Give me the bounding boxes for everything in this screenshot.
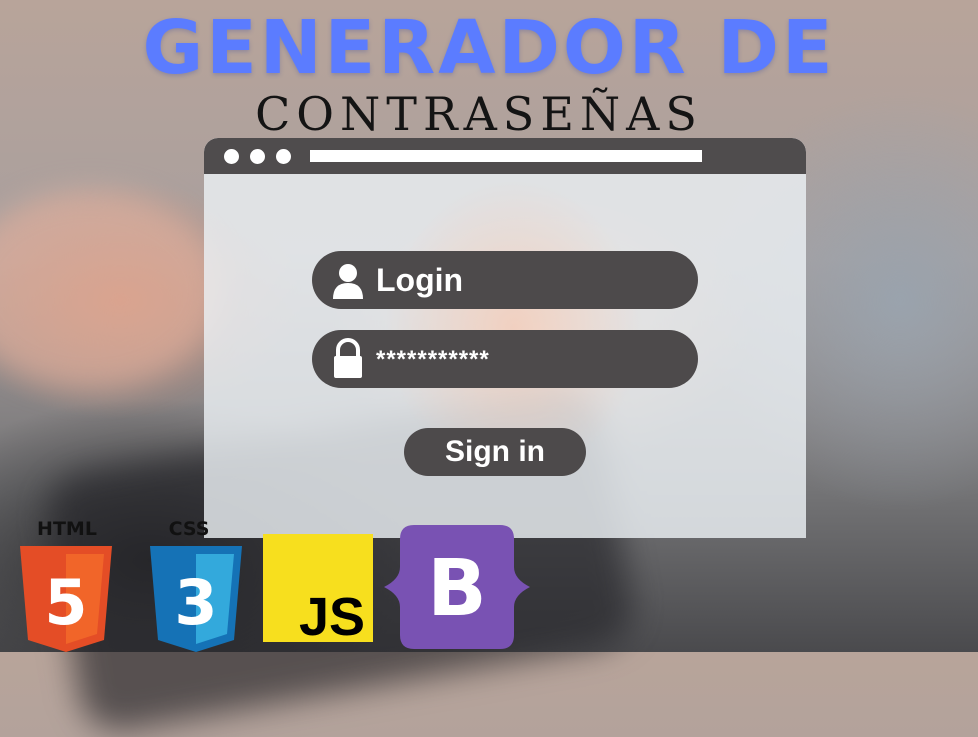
sign-in-button[interactable]: Sign in [404, 428, 586, 476]
css3-logo: CSS 3 [150, 518, 244, 652]
bootstrap-glyph: B [427, 544, 486, 634]
username-value: Login [376, 262, 464, 298]
window-dot-icon [250, 149, 265, 164]
background-hand [0, 190, 220, 390]
javascript-icon: JS [263, 534, 373, 647]
window-titlebar [204, 138, 806, 174]
html5-icon: 5 [20, 546, 112, 652]
css3-glyph: 3 [174, 566, 217, 639]
html5-caption: HTML [37, 518, 97, 540]
lock-icon [334, 338, 362, 378]
browser-window-illustration: Login *********** Sign in [204, 138, 806, 538]
bootstrap-icon: B [384, 525, 530, 649]
window-dot-icon [276, 149, 291, 164]
css3-caption: CSS [168, 518, 210, 540]
css3-icon: 3 [150, 546, 242, 652]
page-subtitle: CONTRASEÑAS [255, 87, 703, 141]
password-value: *********** [376, 346, 490, 373]
javascript-glyph: JS [298, 587, 365, 647]
html5-logo: HTML 5 [18, 518, 112, 652]
page-title: GENERADOR DE [142, 5, 836, 91]
user-icon [333, 264, 363, 299]
username-field[interactable]: Login [312, 251, 698, 309]
window-dot-icon [224, 149, 239, 164]
html5-glyph: 5 [44, 566, 87, 639]
password-field[interactable]: *********** [312, 330, 698, 388]
address-bar [310, 150, 702, 162]
